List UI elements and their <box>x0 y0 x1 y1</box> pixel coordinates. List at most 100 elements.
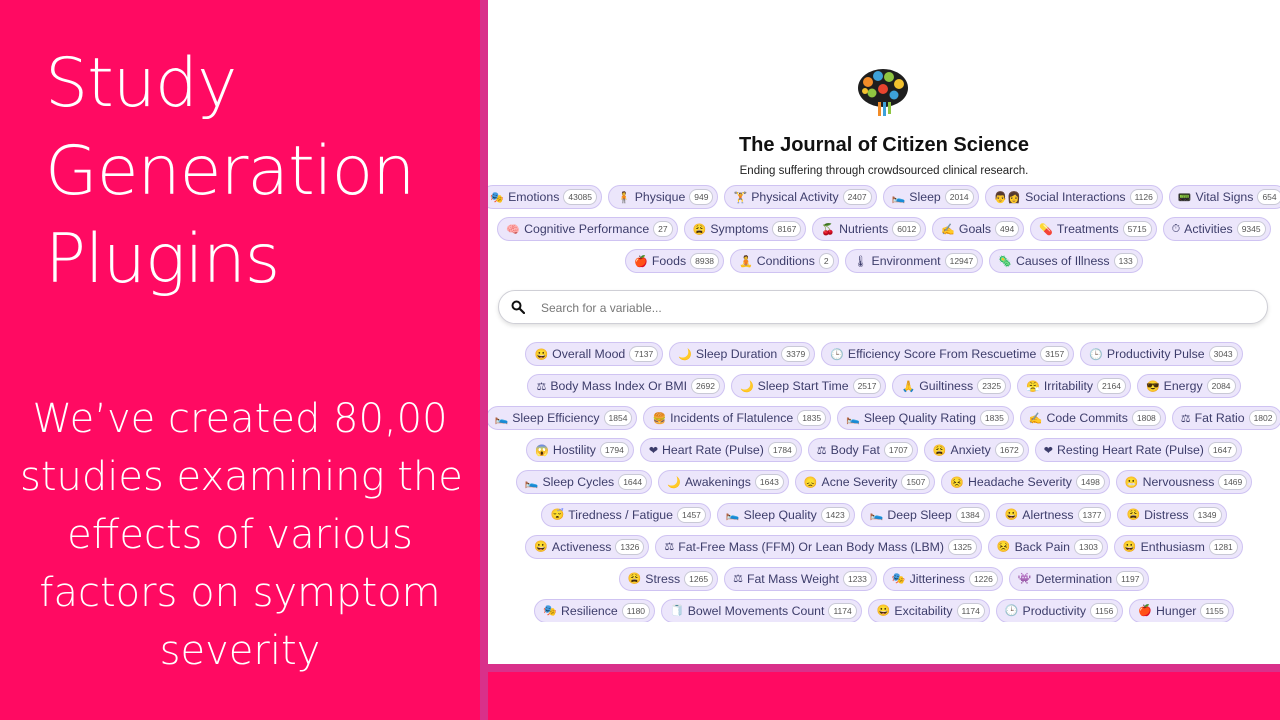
variable-chip-icon: 🌙 <box>739 380 754 393</box>
variable-chip[interactable]: ✍ Code Commits 1808 <box>1019 406 1166 431</box>
variable-chip-icon: 🛌 <box>524 476 539 489</box>
variable-chip[interactable]: 🍔 Incidents of Flatulence 1835 <box>643 406 832 431</box>
variable-chip-icon: 🕒 <box>830 348 844 361</box>
variable-chip[interactable]: ❤ Heart Rate (Pulse) 1784 <box>639 438 802 463</box>
variable-chip[interactable]: 🛌 Sleep Quality 1423 <box>716 502 855 527</box>
variable-chip[interactable]: 🕒 Efficiency Score From Rescuetime 3157 <box>821 342 1075 366</box>
slide-body-line: studies examining the <box>20 454 463 500</box>
variable-chip-icon: 😀 <box>876 605 891 618</box>
variable-chip[interactable]: 😀 Enthusiasm 1281 <box>1113 534 1243 559</box>
variable-chip[interactable]: 😀 Overall Mood 7137 <box>525 342 664 366</box>
variable-chip[interactable]: 😣 Headache Severity 1498 <box>941 470 1110 495</box>
search-bar[interactable] <box>498 290 1268 324</box>
screenshot-bottom-border <box>488 664 1280 672</box>
category-chip[interactable]: 👨‍👩 Social Interactions 1126 <box>984 185 1163 209</box>
search-input[interactable] <box>539 297 1243 319</box>
variable-chip[interactable]: 🌙 Sleep Start Time 2517 <box>730 374 887 399</box>
category-chip[interactable]: 🏋 Physical Activity 2407 <box>724 185 877 209</box>
variable-chip-label: Sleep Cycles <box>542 475 615 490</box>
category-chip-label: Emotions <box>508 190 560 204</box>
variable-chip[interactable]: 🙏 Guiltiness 2325 <box>892 374 1012 399</box>
variable-chip[interactable]: 🧻 Bowel Movements Count 1174 <box>661 598 862 622</box>
category-chip-count-badge: 8938 <box>690 253 720 269</box>
variable-chip[interactable]: 😀 Alertness 1377 <box>995 502 1112 527</box>
variable-chip[interactable]: ⚖ Fat Ratio 1802 <box>1171 406 1280 431</box>
category-chip[interactable]: 🧘 Conditions 2 <box>730 249 839 273</box>
variable-chip[interactable]: 🛌 Sleep Efficiency 1854 <box>488 406 638 431</box>
variable-chip[interactable]: 😩 Stress 1265 <box>618 566 719 591</box>
variable-chip-count-badge: 3043 <box>1208 346 1238 362</box>
variable-chip[interactable]: 🛌 Sleep Quality Rating 1835 <box>837 406 1014 431</box>
category-chip-icon: ⏱ <box>1171 222 1181 235</box>
category-chip[interactable]: 💊 Treatments 5715 <box>1030 217 1157 241</box>
variable-chip-icon: 😣 <box>996 541 1011 554</box>
category-chip-count-badge: 494 <box>995 221 1020 237</box>
variable-chip[interactable]: ⚖ Fat Mass Weight 1233 <box>724 566 877 591</box>
variable-chip-icon: 😀 <box>534 541 548 554</box>
variable-chip-icon: 😱 <box>535 444 549 457</box>
variable-chip-icon: 🙏 <box>901 380 916 393</box>
variable-chip-label: Incidents of Flatulence <box>670 411 794 426</box>
category-chip[interactable]: 🧠 Cognitive Performance 27 <box>497 217 678 241</box>
variable-chip[interactable]: ⚖ Body Fat 1707 <box>807 438 918 463</box>
category-chip[interactable]: 🎭 Emotions 43085 <box>488 185 602 209</box>
category-chip-icon: 🧠 <box>506 223 521 236</box>
variable-chip-label: Excitability <box>894 603 953 618</box>
category-chip[interactable]: ⏱ Activities 9345 <box>1162 217 1271 241</box>
variable-chip-icon: 🕒 <box>1004 605 1019 618</box>
variable-chip-icon: 😀 <box>534 348 549 361</box>
slide-title: Study Generation Plugins <box>45 40 465 304</box>
variable-chip[interactable]: 😀 Excitability 1174 <box>867 598 990 622</box>
variable-chip-count-badge: 2325 <box>977 378 1007 395</box>
variable-chip-count-badge: 1457 <box>677 506 706 523</box>
category-chip[interactable]: ✍ Goals 494 <box>932 217 1025 241</box>
category-chip[interactable]: 🍎 Foods 8938 <box>625 249 725 273</box>
slide-body-line: We’ve created 80,00 <box>32 396 448 442</box>
variable-chip[interactable]: 😣 Back Pain 1303 <box>987 534 1108 559</box>
category-chip[interactable]: 🛌 Sleep 2014 <box>882 185 979 209</box>
category-chip-icon: 📟 <box>1177 191 1192 204</box>
variable-chip[interactable]: 🛌 Sleep Cycles 1644 <box>515 470 653 495</box>
variable-chip[interactable]: 😀 Activeness 1326 <box>525 534 650 559</box>
variable-chip[interactable]: 😤 Irritability 2164 <box>1017 374 1131 399</box>
slide-body-line: effects of various <box>67 512 413 558</box>
variable-chip[interactable]: 😴 Tiredness / Fatigue 1457 <box>541 502 711 527</box>
variable-chip[interactable]: 😬 Nervousness 1469 <box>1115 470 1253 495</box>
category-chip[interactable]: 🌡 Environment 12947 <box>844 249 984 273</box>
variable-chip-icon: 😣 <box>950 476 965 489</box>
category-chip[interactable]: 🦠 Causes of Illness 133 <box>989 249 1143 273</box>
slide-body-text: We’ve created 80,00 studies examining th… <box>20 390 463 680</box>
variable-chip[interactable]: 😱 Hostility 1794 <box>526 438 634 463</box>
variable-chip[interactable]: 🍎 Hunger 1155 <box>1129 598 1234 622</box>
category-chip-count-badge: 2 <box>818 253 834 269</box>
variable-chip-label: Distress <box>1144 507 1189 522</box>
category-chip-icon: 🧍 <box>617 191 631 204</box>
variable-row: 😴 Tiredness / Fatigue 1457 🛌 Sleep Quality 14… <box>488 502 1280 527</box>
variable-chip[interactable]: ⚖ Body Mass Index Or BMI 2692 <box>527 374 725 399</box>
category-chip[interactable]: 🍒 Nutrients 6012 <box>812 217 927 241</box>
variable-chip[interactable]: ⚖ Fat-Free Mass (FFM) Or Lean Body Mass (… <box>655 534 982 559</box>
variable-chip[interactable]: 🎭 Jitteriness 1226 <box>882 566 1003 591</box>
category-chip[interactable]: 😩 Symptoms 8167 <box>683 217 807 241</box>
variable-chip[interactable]: 👾 Determination 1197 <box>1008 566 1150 591</box>
variable-chip-icon: 🎭 <box>891 573 906 586</box>
category-chip-count-badge: 27 <box>653 221 673 237</box>
variable-chip[interactable]: 🕒 Productivity 1156 <box>995 598 1124 622</box>
variable-chip[interactable]: 🕒 Productivity Pulse 3043 <box>1080 342 1243 366</box>
variable-chip[interactable]: 🌙 Sleep Duration 3379 <box>669 342 816 366</box>
variable-chip[interactable]: 🌙 Awakenings 1643 <box>658 470 789 495</box>
variable-row: 😀 Activeness 1326 ⚖ Fat-Free Mass (FFM) Or L… <box>488 534 1280 559</box>
variable-chip-label: Sleep Start Time <box>757 379 849 394</box>
variable-chip[interactable]: 😞 Acne Severity 1507 <box>794 470 936 495</box>
variable-chip[interactable]: 😩 Anxiety 1672 <box>923 438 1029 463</box>
category-chip-icon: 🛌 <box>891 191 906 204</box>
variable-chip[interactable]: 🛌 Deep Sleep 1384 <box>860 502 990 527</box>
variable-chip[interactable]: ❤ Resting Heart Rate (Pulse) 1647 <box>1034 438 1242 463</box>
variable-chip-label: Hunger <box>1156 603 1197 618</box>
variable-chip[interactable]: 😩 Distress 1349 <box>1117 502 1227 527</box>
variable-chip[interactable]: 😎 Energy 2084 <box>1136 374 1241 399</box>
category-chip[interactable]: 🧍 Physique 949 <box>608 185 719 209</box>
category-chip-label: Treatments <box>1056 222 1119 236</box>
category-chip[interactable]: 📟 Vital Signs 654 <box>1168 185 1280 209</box>
variable-chip[interactable]: 🎭 Resilience 1180 <box>534 598 656 622</box>
